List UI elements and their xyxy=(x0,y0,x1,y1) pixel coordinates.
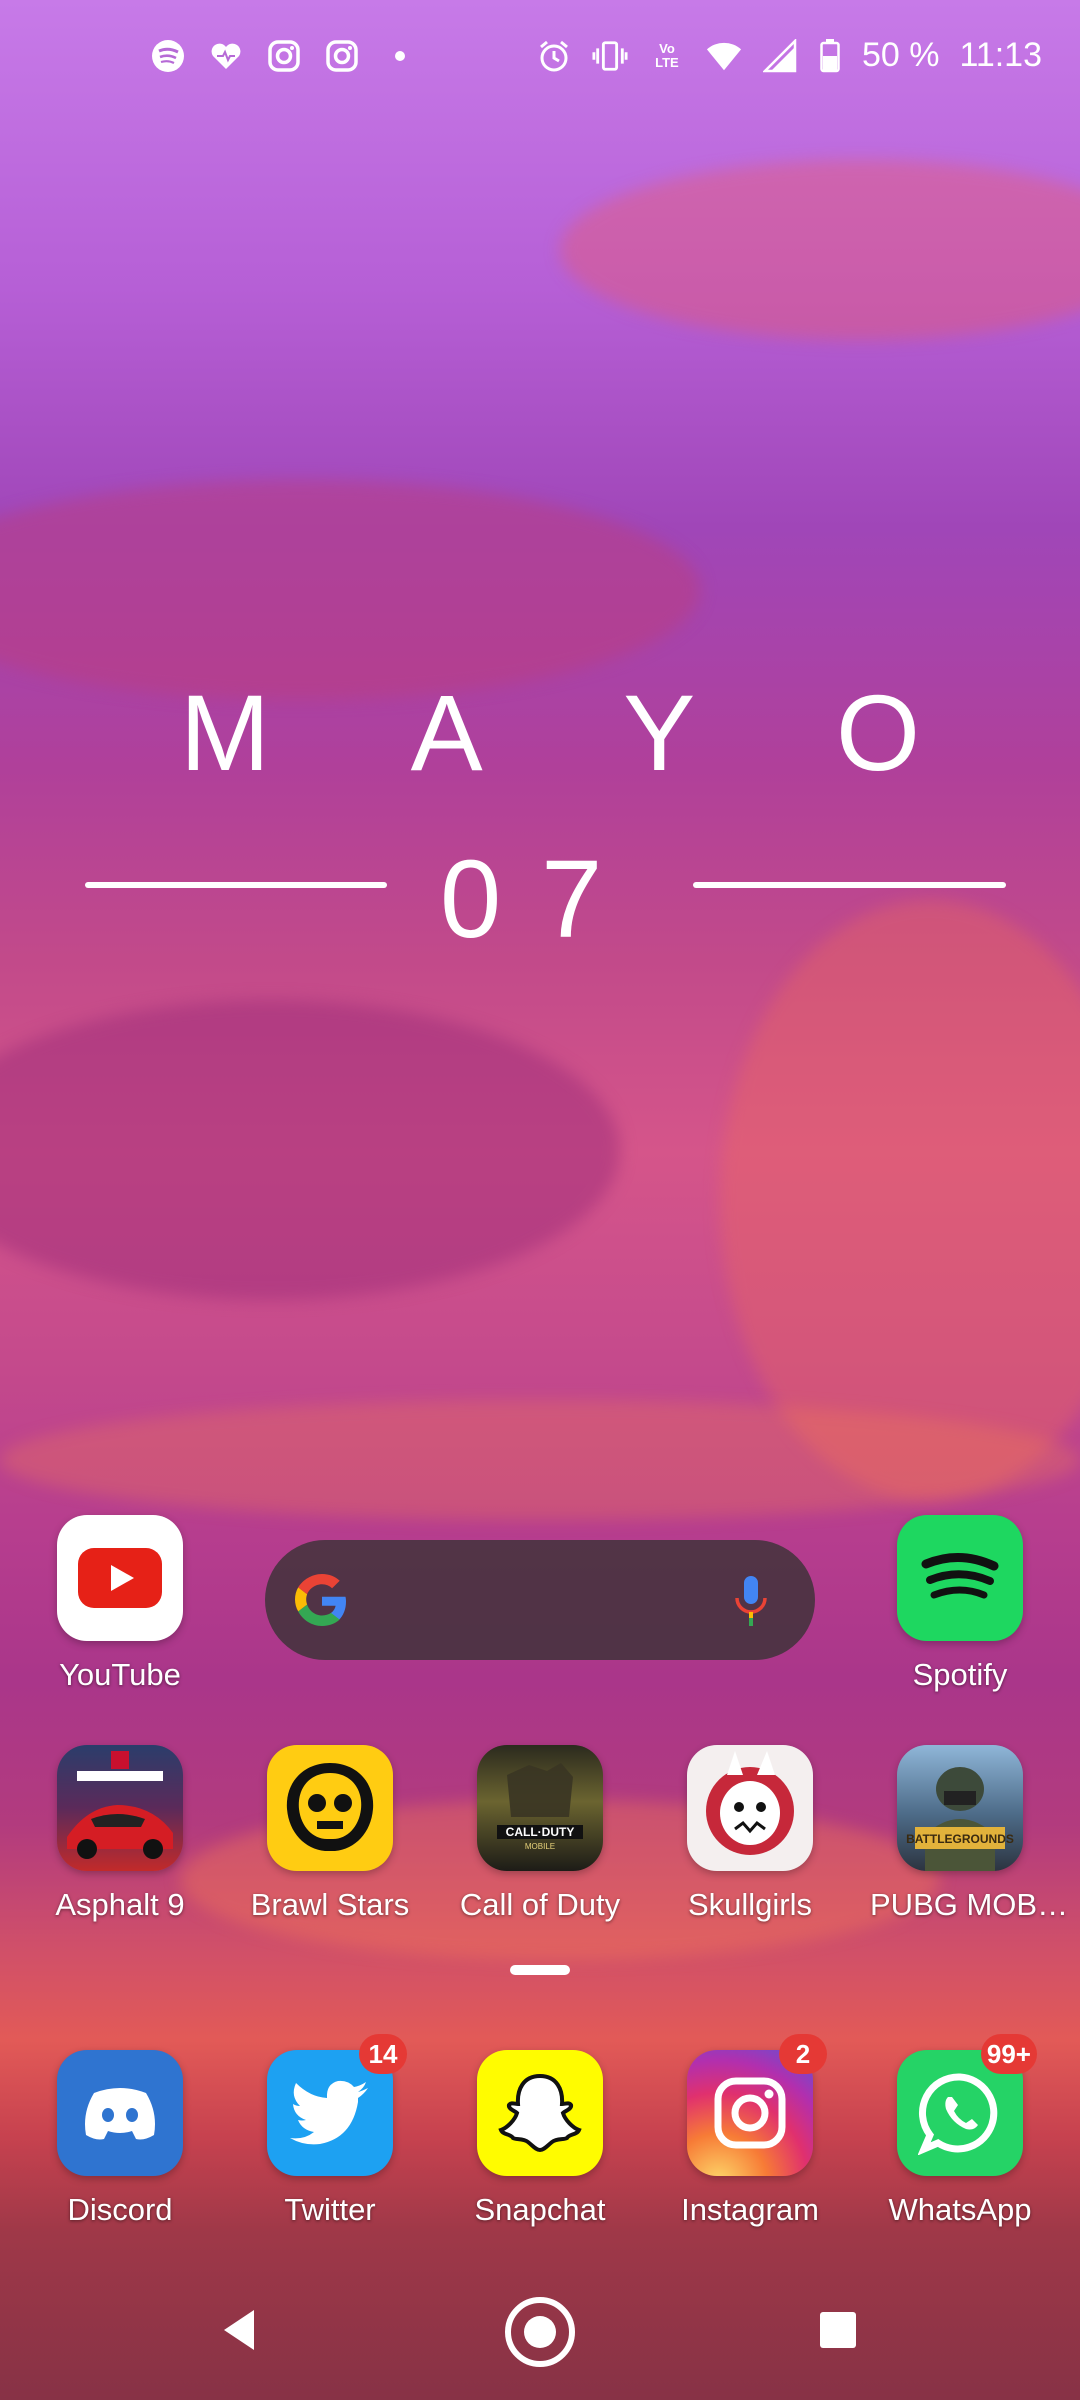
app-label: Skullgirls xyxy=(687,1887,813,1922)
notification-badge: 2 xyxy=(779,2034,827,2074)
status-bar: Vo LTE 50 % 11:13 xyxy=(0,0,1080,120)
app-pubg-mobile[interactable]: BATTLEGROUNDS PUBG MOB… xyxy=(870,1745,1069,1923)
spotify-notification-icon xyxy=(150,38,186,74)
brawl-stars-icon xyxy=(267,1745,393,1871)
date-widget[interactable]: M A Y O 07 xyxy=(0,660,1080,961)
home-screen: Vo LTE 50 % 11:13 M A Y O 07 YouTube Spo… xyxy=(0,0,1080,2400)
google-logo-icon xyxy=(293,1572,351,1630)
app-drawer-handle[interactable] xyxy=(510,1965,570,1975)
more-notifications-dot-icon xyxy=(382,38,418,74)
youtube-icon xyxy=(57,1515,183,1641)
vibrate-icon xyxy=(592,38,628,74)
navigation-bar xyxy=(0,2280,1080,2400)
month-label: M A Y O xyxy=(180,670,920,795)
instagram-notification-icon xyxy=(266,38,302,74)
app-call-of-duty[interactable]: CALL·DUTY MOBILE Call of Duty xyxy=(450,1745,630,1923)
divider-line-left xyxy=(85,882,387,888)
volte-top-label: Vo xyxy=(659,40,675,56)
volte-icon: Vo LTE xyxy=(648,38,686,74)
app-label: YouTube xyxy=(59,1657,181,1692)
app-snapchat[interactable]: Snapchat xyxy=(450,2050,630,2228)
app-label: Instagram xyxy=(681,2192,819,2227)
app-label: Call of Duty xyxy=(459,1887,621,1922)
app-label: WhatsApp xyxy=(888,2192,1032,2227)
svg-text:CALL·DUTY: CALL·DUTY xyxy=(506,1825,575,1839)
app-label: Brawl Stars xyxy=(250,1887,410,1922)
clock-time: 11:13 xyxy=(959,36,1042,74)
skullgirls-icon xyxy=(687,1745,813,1871)
spotify-icon xyxy=(897,1515,1023,1641)
pubg-mobile-icon: BATTLEGROUNDS xyxy=(897,1745,1023,1871)
instagram-icon: 2 xyxy=(687,2034,827,2176)
notification-badge: 99+ xyxy=(980,2034,1037,2074)
app-skullgirls[interactable]: Skullgirls xyxy=(660,1745,840,1923)
app-whatsapp[interactable]: 99+ WhatsApp xyxy=(870,2034,1050,2228)
google-search-bar[interactable] xyxy=(265,1540,815,1660)
asphalt-9-icon xyxy=(57,1745,183,1871)
app-youtube[interactable]: YouTube xyxy=(30,1515,210,1693)
month-letter: O xyxy=(835,672,920,793)
app-asphalt-9[interactable]: Asphalt 9 xyxy=(30,1745,210,1923)
microphone-icon[interactable] xyxy=(731,1574,771,1628)
discord-icon xyxy=(57,2050,183,2176)
notification-badge: 14 xyxy=(359,2034,407,2074)
recents-button[interactable] xyxy=(810,2302,866,2358)
volte-bottom-label: LTE xyxy=(655,54,679,70)
app-label: Asphalt 9 xyxy=(55,1887,185,1922)
app-label: PUBG MOB… xyxy=(870,1887,1069,1922)
cell-signal-icon xyxy=(762,38,798,74)
app-label: Snapchat xyxy=(474,2192,606,2227)
svg-text:BATTLEGROUNDS: BATTLEGROUNDS xyxy=(906,1832,1014,1846)
day-number: 07 xyxy=(440,838,643,961)
snapchat-icon xyxy=(477,2050,603,2176)
month-letter: A xyxy=(410,672,483,793)
instagram-notification-icon xyxy=(324,38,360,74)
twitter-icon: 14 xyxy=(267,2034,407,2176)
call-of-duty-icon: CALL·DUTY MOBILE xyxy=(477,1745,603,1871)
battery-percentage: 50 % xyxy=(861,36,940,74)
back-button[interactable] xyxy=(210,2300,270,2360)
home-button[interactable] xyxy=(502,2294,578,2370)
app-instagram[interactable]: 2 Instagram xyxy=(660,2034,840,2228)
app-label: Spotify xyxy=(912,1657,1008,1692)
wallpaper-cloud xyxy=(0,1400,1080,1520)
app-label: Twitter xyxy=(284,2192,376,2227)
health-notification-icon xyxy=(208,38,244,74)
app-brawl-stars[interactable]: Brawl Stars xyxy=(240,1745,420,1923)
alarm-icon xyxy=(536,38,572,74)
app-twitter[interactable]: 14 Twitter xyxy=(240,2034,420,2228)
app-discord[interactable]: Discord xyxy=(30,2050,210,2228)
month-letter: M xyxy=(180,672,270,793)
wallpaper-cloud xyxy=(560,160,1080,340)
month-letter: Y xyxy=(623,672,696,793)
whatsapp-icon: 99+ xyxy=(897,2034,1037,2176)
wifi-icon xyxy=(706,38,742,74)
app-spotify[interactable]: Spotify xyxy=(870,1515,1050,1693)
wallpaper-cloud xyxy=(0,1000,620,1300)
app-label: Discord xyxy=(67,2192,173,2227)
svg-text:MOBILE: MOBILE xyxy=(525,1842,555,1851)
divider-line-right xyxy=(693,882,1006,888)
battery-icon xyxy=(818,38,842,74)
